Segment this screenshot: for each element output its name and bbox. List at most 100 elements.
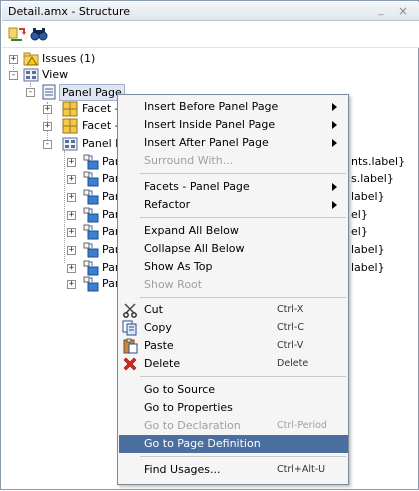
panel-label-icon	[83, 276, 99, 292]
panel-label-icon	[83, 260, 99, 276]
menu-item-insert-after[interactable]: Insert After Panel Page	[119, 134, 348, 152]
view-grid-icon	[23, 68, 39, 82]
panel-label-icon	[83, 207, 99, 223]
menu-item-insert-before[interactable]: Insert Before Panel Page	[119, 98, 348, 116]
facet-icon	[62, 101, 78, 117]
collapse-toggle[interactable]: -	[43, 140, 52, 149]
menu-separator	[140, 376, 346, 377]
menu-item-label: Insert Inside Panel Page	[144, 118, 276, 131]
menu-item-label: Insert After Panel Page	[144, 136, 269, 149]
menu-item-copy[interactable]: Copy Ctrl-C	[119, 319, 348, 337]
menu-item-go-to-source[interactable]: Go to Source	[119, 381, 348, 399]
structure-window: Detail.amx - Structure _ × + Issues (1) …	[0, 0, 419, 490]
expand-toggle[interactable]: +	[67, 175, 76, 184]
paste-icon	[123, 338, 138, 354]
menu-item-label: Show Root	[144, 278, 203, 291]
menu-item-find-usages[interactable]: Find Usages... Ctrl+Alt-U	[119, 461, 348, 479]
menu-item-show-root: Show Root	[119, 276, 348, 294]
menu-item-go-to-declaration: Go to Declaration Ctrl-Period	[119, 417, 348, 435]
menu-item-show-as-top[interactable]: Show As Top	[119, 258, 348, 276]
submenu-arrow-icon	[332, 139, 337, 147]
panel-label-icon	[83, 224, 99, 240]
menu-item-label: Go to Source	[144, 383, 216, 396]
expand-toggle[interactable]: +	[67, 228, 76, 237]
minimize-button[interactable]: _	[375, 5, 387, 17]
close-button[interactable]: ×	[397, 5, 409, 17]
menu-item-label: Go to Declaration	[144, 419, 241, 432]
menu-item-label: Go to Page Definition	[144, 437, 261, 450]
tree-node-label-suffix: label}	[351, 190, 385, 203]
menu-separator	[140, 297, 346, 298]
window-title: Detail.amx - Structure	[8, 5, 130, 18]
submenu-arrow-icon	[332, 201, 337, 209]
context-menu: Insert Before Panel Page Insert Inside P…	[117, 94, 349, 485]
menu-item-shortcut: Delete	[277, 358, 309, 369]
tree-node-view[interactable]: - View	[1, 66, 419, 84]
expand-toggle[interactable]: +	[67, 280, 76, 289]
expand-toggle[interactable]: +	[67, 158, 76, 167]
window-titlebar: Detail.amx - Structure _ ×	[2, 2, 419, 21]
menu-separator	[140, 217, 346, 218]
submenu-arrow-icon	[332, 183, 337, 191]
menu-item-collapse-all[interactable]: Collapse All Below	[119, 240, 348, 258]
menu-item-insert-inside[interactable]: Insert Inside Panel Page	[119, 116, 348, 134]
panel-label-icon	[83, 171, 99, 187]
scissors-icon	[123, 303, 137, 318]
menu-item-refactor[interactable]: Refactor	[119, 196, 348, 214]
menu-item-shortcut: Ctrl-V	[277, 340, 304, 351]
menu-item-label: Delete	[144, 357, 181, 370]
panel-form-icon	[62, 137, 78, 151]
expand-toggle[interactable]: +	[9, 55, 18, 64]
expand-toggle[interactable]: +	[67, 211, 76, 220]
menu-item-label: Collapse All Below	[144, 242, 245, 255]
menu-item-shortcut: Ctrl-Period	[277, 420, 327, 431]
panel-label-icon	[83, 242, 99, 258]
submenu-arrow-icon	[332, 121, 337, 129]
panel-label-icon	[83, 189, 99, 205]
menu-item-label: Cut	[144, 303, 163, 316]
menu-separator	[140, 456, 346, 457]
menu-item-label: Facets - Panel Page	[144, 180, 250, 193]
synchronize-icon[interactable]	[8, 26, 26, 42]
tree-node-label-suffix: nts.label}	[351, 155, 406, 168]
menu-item-label: Copy	[144, 321, 172, 334]
collapse-toggle[interactable]: -	[9, 71, 18, 80]
tree-node-label-suffix: el}	[351, 208, 368, 221]
find-icon[interactable]	[30, 26, 48, 42]
expand-toggle[interactable]: +	[67, 264, 76, 273]
tree-node-label: View	[42, 68, 69, 81]
menu-item-label: Expand All Below	[144, 224, 239, 237]
tree-node-label: Facet -	[82, 102, 119, 115]
menu-item-delete[interactable]: Delete Delete	[119, 355, 348, 373]
panel-label-icon	[83, 154, 99, 170]
collapse-toggle[interactable]: -	[26, 88, 35, 97]
delete-x-icon	[123, 357, 137, 371]
menu-item-paste[interactable]: Paste Ctrl-V	[119, 337, 348, 355]
tree-node-label: Panel F	[82, 137, 122, 150]
menu-item-expand-all[interactable]: Expand All Below	[119, 222, 348, 240]
expand-toggle[interactable]: +	[43, 105, 52, 114]
expand-toggle[interactable]: +	[67, 246, 76, 255]
menu-item-shortcut: Ctrl-C	[277, 322, 304, 333]
menu-item-cut[interactable]: Cut Ctrl-X	[119, 301, 348, 319]
tree-node-label-suffix: s.label}	[351, 172, 394, 185]
menu-item-surround-with: Surround With...	[119, 152, 348, 170]
tree-node-label: Facet -	[82, 119, 119, 132]
menu-item-go-to-page-definition[interactable]: Go to Page Definition	[119, 435, 348, 453]
structure-toolbar	[2, 21, 419, 47]
menu-separator	[140, 173, 346, 174]
menu-item-shortcut: Ctrl-X	[277, 304, 304, 315]
facet-icon	[62, 118, 78, 134]
expand-toggle[interactable]: +	[43, 122, 52, 131]
folder-warning-icon	[23, 52, 39, 66]
menu-item-label: Show As Top	[144, 260, 213, 273]
menu-item-shortcut: Ctrl+Alt-U	[277, 464, 326, 475]
menu-item-go-to-properties[interactable]: Go to Properties	[119, 399, 348, 417]
page-icon	[42, 84, 56, 100]
tree-node-label-suffix: el}	[351, 225, 368, 238]
submenu-arrow-icon	[332, 103, 337, 111]
expand-toggle[interactable]: +	[67, 193, 76, 202]
menu-item-facets[interactable]: Facets - Panel Page	[119, 178, 348, 196]
menu-item-label: Refactor	[144, 198, 191, 211]
tree-node-label-suffix: label}	[351, 243, 385, 256]
